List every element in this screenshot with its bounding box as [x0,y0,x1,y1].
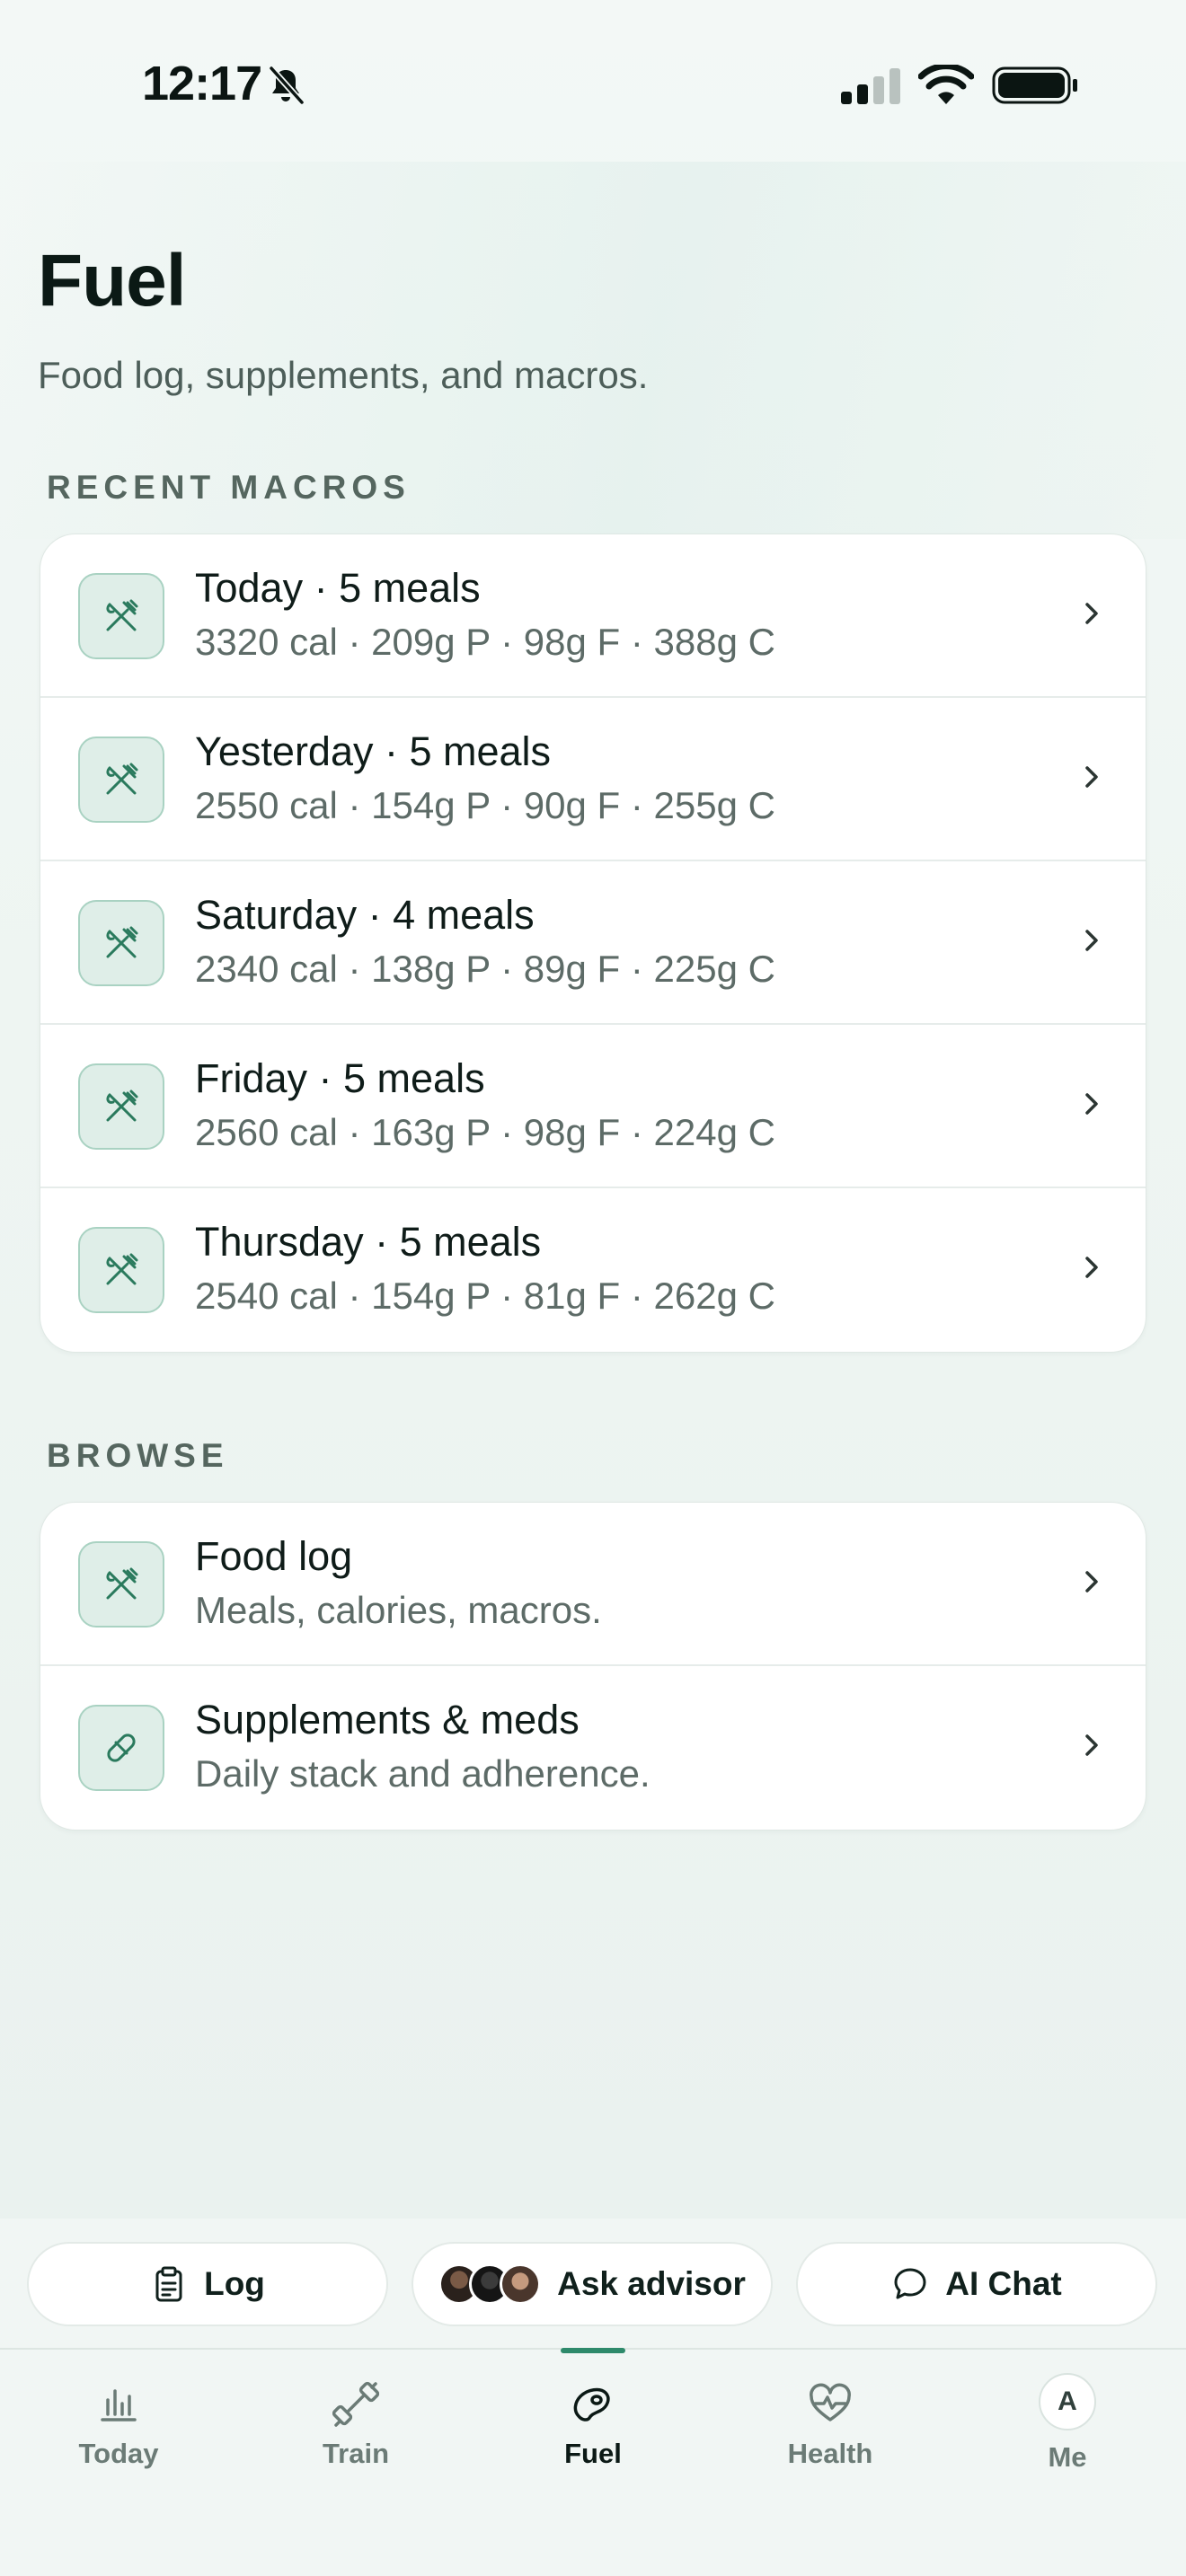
page-title: Fuel [38,240,187,322]
row-title: Yesterday · 5 meals [195,728,552,774]
fork-knife-icon [78,1227,164,1313]
tab-label: Train [322,2438,390,2469]
row-title: Food log [195,1533,353,1579]
tab-bar: Today Train Fuel Health A Me [0,2348,1186,2576]
row-detail: Daily stack and adherence. [195,1752,651,1795]
status-bar: 12:17 [0,0,1186,171]
tab-train[interactable]: Train [237,2350,474,2529]
avatar [500,2263,542,2305]
fork-knife-icon [78,1541,164,1628]
tab-me[interactable]: A Me [949,2350,1186,2529]
row-title: Saturday · 4 meals [195,892,535,938]
chevron-right-icon [1085,1257,1098,1278]
battery-icon [992,66,1077,104]
fork-knife-icon [78,737,164,823]
macro-row-friday[interactable]: Friday · 5 meals 2560 cal · 163g P · 98g… [40,1025,1146,1188]
row-detail: 2340 cal · 138g P · 89g F · 225g C [195,948,775,990]
row-detail: 2550 cal · 154g P · 90g F · 255g C [195,784,775,826]
macro-row-yesterday[interactable]: Yesterday · 5 meals 2550 cal · 154g P · … [40,698,1146,861]
chevron-right-icon [1085,766,1098,788]
ai-chat-label: AI Chat [945,2265,1062,2302]
recent-macros-list: Today · 5 meals 3320 cal · 209g P · 98g … [40,534,1146,1353]
tab-label: Me [1048,2441,1087,2473]
active-tab-indicator [561,2348,625,2353]
fuel-screen: 12:17 Fuel Food log, supplements, and ma… [0,0,1186,2576]
ask-advisor-label: Ask advisor [557,2265,746,2302]
browse-list: Food log Meals, calories, macros. Supple… [40,1502,1146,1831]
chevron-right-icon [1085,1093,1098,1115]
cellular-signal-icon [841,68,900,104]
ask-advisor-button[interactable]: Ask advisor [412,2242,773,2326]
steak-icon [573,2387,610,2422]
chevron-right-icon [1085,603,1098,624]
row-detail: Meals, calories, macros. [195,1589,602,1631]
ai-chat-button[interactable]: AI Chat [796,2242,1157,2326]
chat-bubble-icon [894,2268,926,2299]
tab-label: Fuel [564,2438,622,2469]
chevron-right-icon [1085,1734,1098,1756]
heart-pulse-icon [810,2383,851,2422]
chart-bars-icon [101,2389,137,2422]
fork-knife-icon [78,1063,164,1150]
macro-row-today[interactable]: Today · 5 meals 3320 cal · 209g P · 98g … [40,534,1146,698]
macro-row-saturday[interactable]: Saturday · 4 meals 2340 cal · 138g P · 8… [40,861,1146,1025]
chevron-right-icon [1085,930,1098,951]
fork-knife-icon [78,900,164,986]
wifi-icon [918,65,974,104]
tab-health[interactable]: Health [712,2350,949,2529]
page-subtitle: Food log, supplements, and macros. [38,354,649,396]
row-title: Supplements & meds [195,1697,580,1742]
row-detail: 2540 cal · 154g P · 81g F · 262g C [195,1275,775,1317]
tab-today[interactable]: Today [0,2350,237,2529]
browse-row-food-log[interactable]: Food log Meals, calories, macros. [40,1503,1146,1666]
avatar: A [1039,2373,1096,2430]
browse-row-supplements[interactable]: Supplements & meds Daily stack and adher… [40,1666,1146,1830]
log-label: Log [204,2265,265,2302]
advisor-avatars [438,2263,542,2305]
section-label-recent-macros: RECENT MACROS [47,469,411,506]
section-label-browse: BROWSE [47,1437,229,1474]
tab-label: Health [787,2438,873,2469]
status-time: 12:17 [142,57,262,110]
row-title: Thursday · 5 meals [195,1219,542,1265]
fork-knife-icon [78,573,164,659]
tab-fuel[interactable]: Fuel [474,2348,712,2529]
row-title: Friday · 5 meals [195,1055,485,1101]
log-button[interactable]: Log [27,2242,388,2326]
quick-action-bar: Log Ask advisor AI Chat [0,2219,1186,2350]
tab-label: Today [78,2438,159,2469]
chevron-right-icon [1085,1571,1098,1592]
macro-row-thursday[interactable]: Thursday · 5 meals 2540 cal · 154g P · 8… [40,1188,1146,1352]
row-title: Today · 5 meals [195,565,481,611]
row-detail: 2560 cal · 163g P · 98g F · 224g C [195,1111,775,1153]
pill-icon [78,1705,164,1791]
bell-muted-icon [269,66,305,105]
row-detail: 3320 cal · 209g P · 98g F · 388g C [195,621,775,663]
dumbbell-icon [332,2381,379,2427]
clipboard-icon [155,2266,182,2302]
